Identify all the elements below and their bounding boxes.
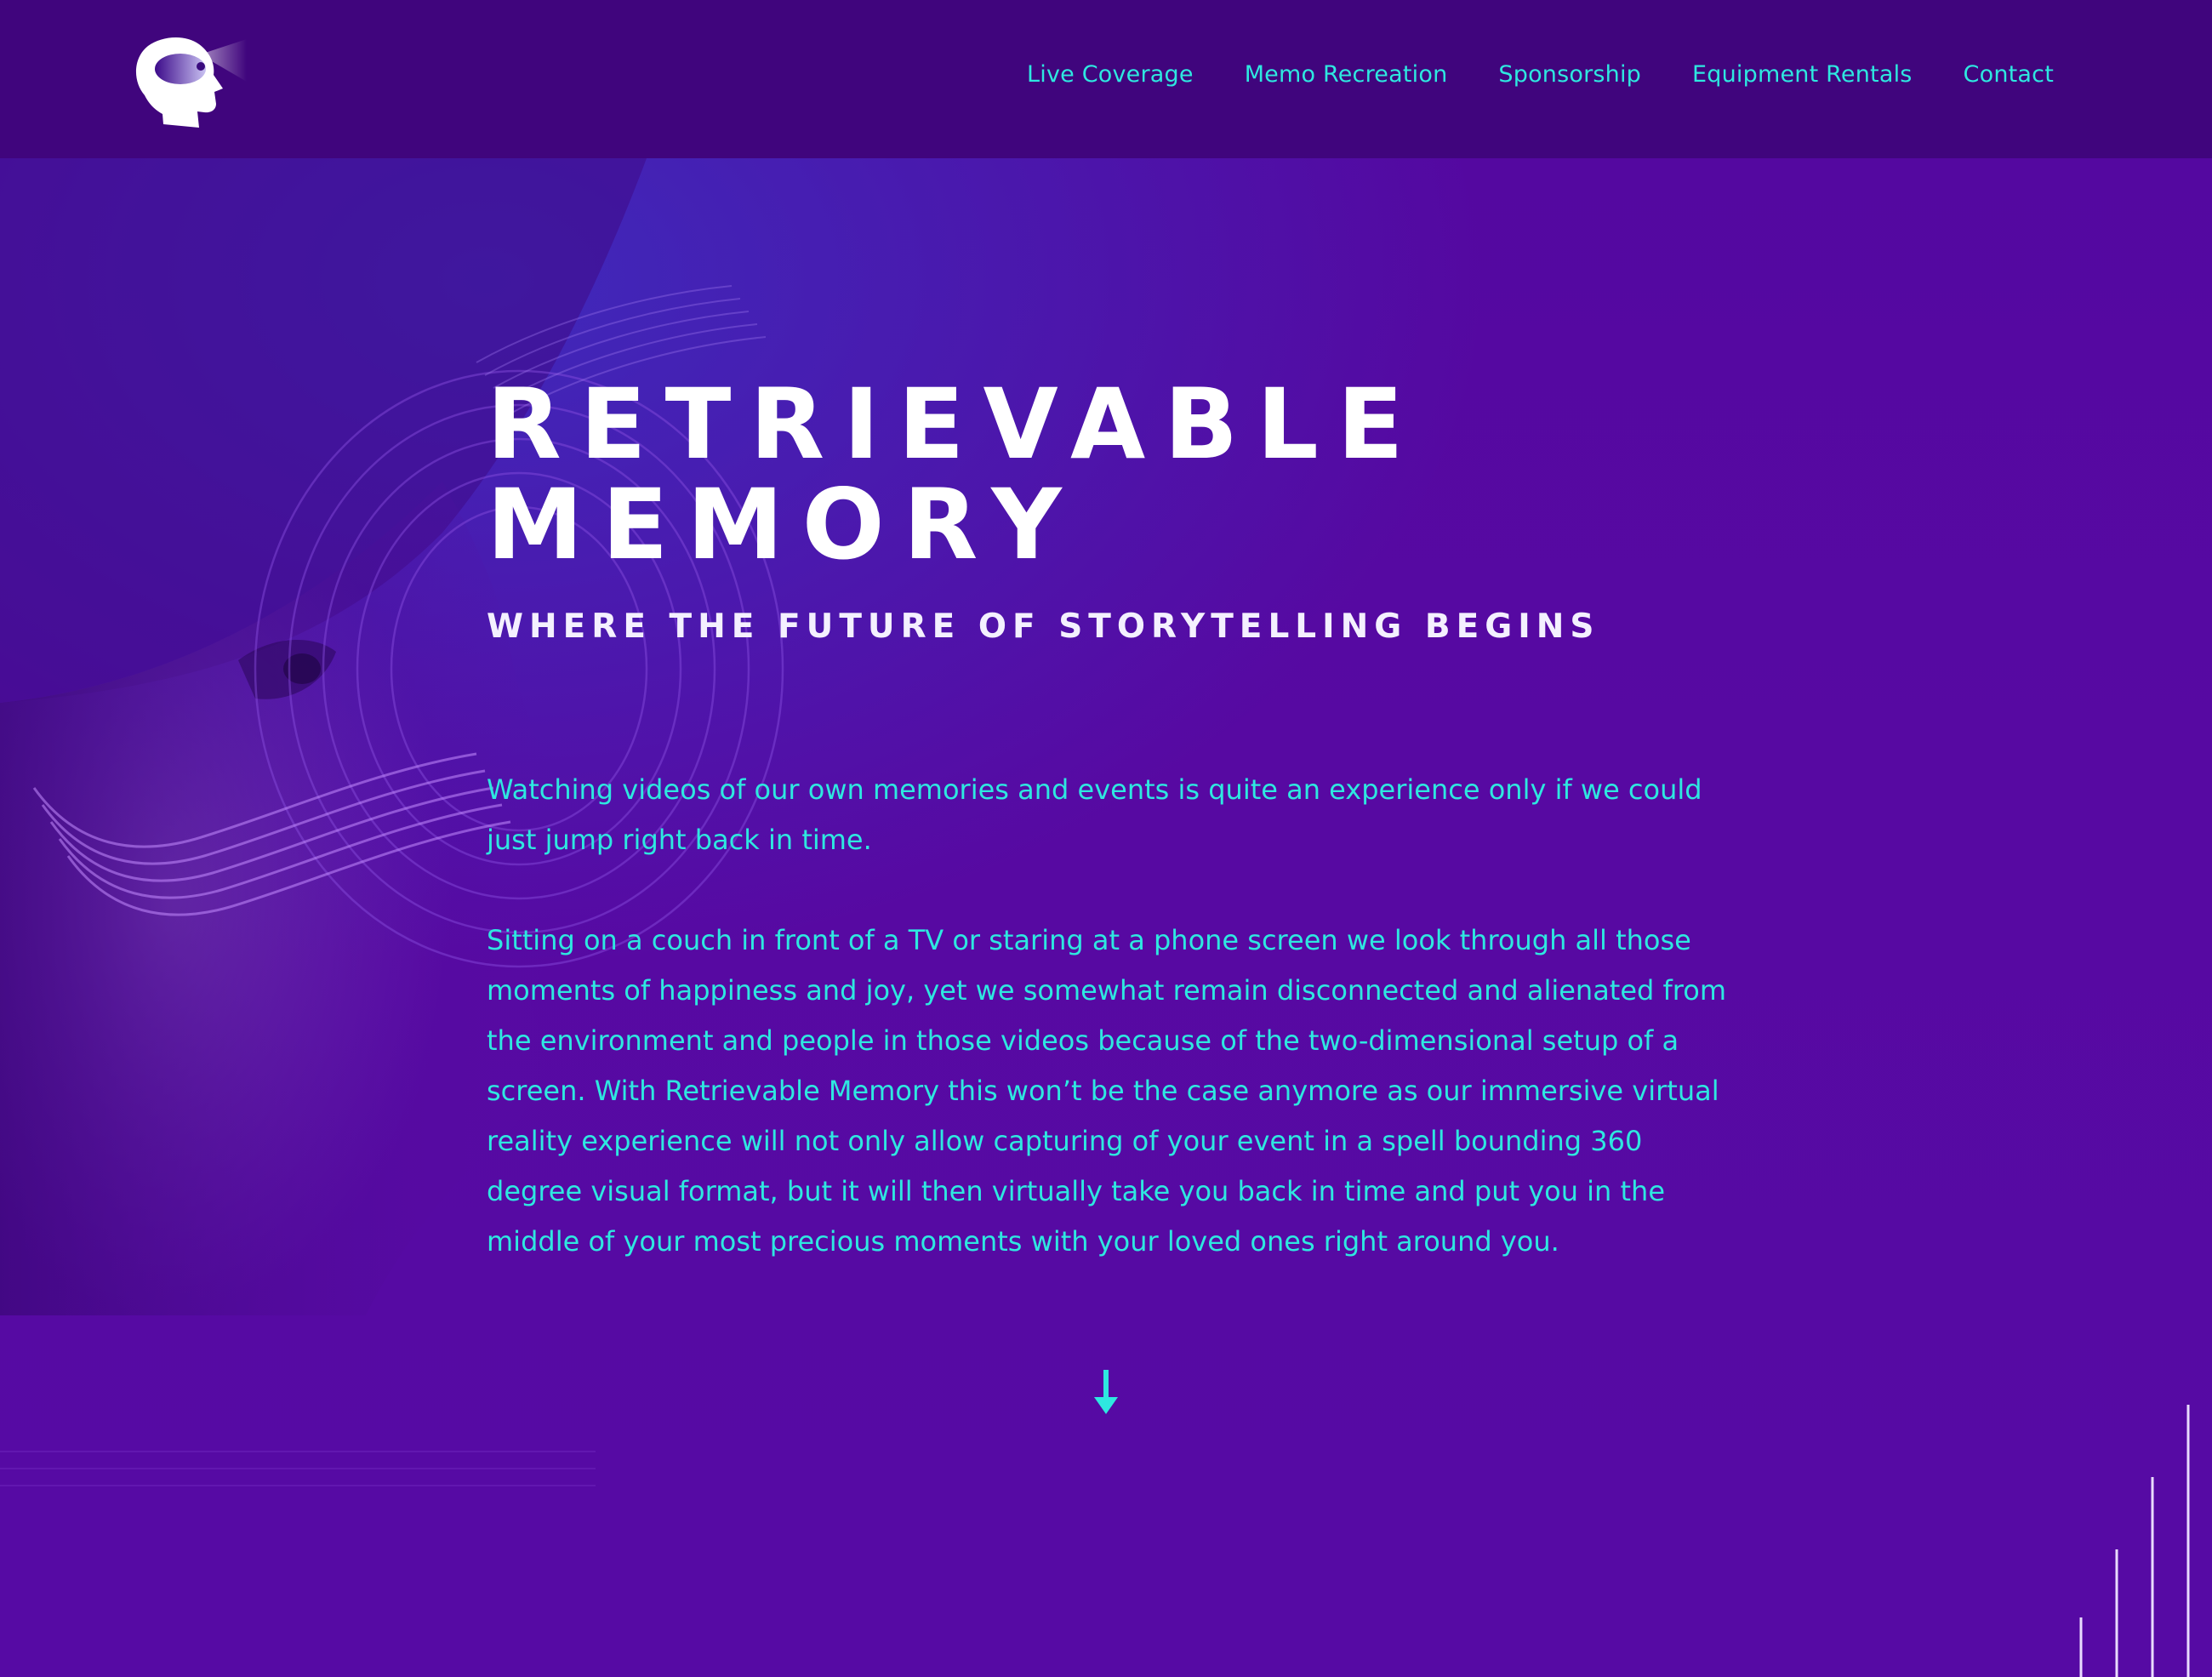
intro-paragraph: Watching videos of our own memories and …: [487, 773, 1702, 856]
hero-title-line1: RETRIEVABLE: [487, 368, 1422, 481]
page: Live Coverage Memo Recreation Sponsorshi…: [0, 0, 2212, 1677]
nav-item-memo-recreation[interactable]: Memo Recreation: [1245, 61, 1448, 88]
description-paragraph: Sitting on a couch in front of a TV or s…: [487, 924, 1726, 1258]
hero-content: RETRIEVABLE MEMORY WHERE THE FUTURE OF S…: [487, 374, 1729, 1267]
head-vr-logo-icon[interactable]: [128, 29, 247, 131]
main-nav: Live Coverage Memo Recreation Sponsorshi…: [1027, 61, 2054, 88]
site-header: Live Coverage Memo Recreation Sponsorshi…: [0, 0, 2212, 158]
nav-item-live-coverage[interactable]: Live Coverage: [1027, 61, 1194, 88]
decorative-lines: [2079, 1405, 2190, 1677]
nav-item-contact[interactable]: Contact: [1964, 61, 2054, 88]
hero-title-line2: MEMORY: [487, 468, 1080, 581]
nav-item-sponsorship[interactable]: Sponsorship: [1498, 61, 1641, 88]
nav-item-equipment-rentals[interactable]: Equipment Rentals: [1692, 61, 1913, 88]
hero-subtitle: WHERE THE FUTURE OF STORYTELLING BEGINS: [487, 607, 1600, 646]
arrow-down-icon[interactable]: [1092, 1370, 1120, 1416]
hero-title: RETRIEVABLE MEMORY: [487, 374, 1729, 575]
